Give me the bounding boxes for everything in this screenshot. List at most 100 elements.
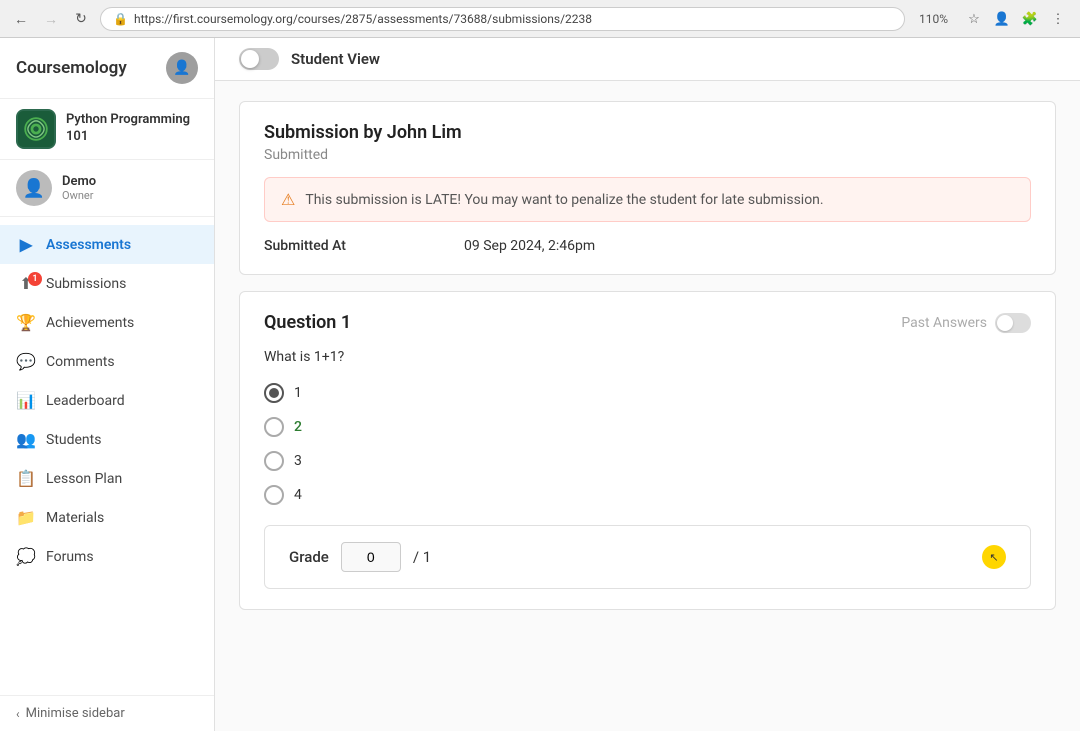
question-text: What is 1+1? — [264, 349, 1031, 365]
late-warning-banner: ⚠ This submission is LATE! You may want … — [264, 177, 1031, 222]
user-item[interactable]: 👤 Demo Owner — [0, 160, 214, 217]
assessments-label: Assessments — [46, 237, 131, 253]
submission-card: Submission by John Lim Submitted ⚠ This … — [239, 101, 1056, 275]
back-button[interactable]: ← — [10, 8, 32, 30]
achievements-label: Achievements — [46, 315, 134, 331]
sidebar-item-comments[interactable]: 💬 Comments — [0, 342, 214, 381]
zoom-level: 110% — [913, 12, 954, 26]
url-text: https://first.coursemology.org/courses/2… — [134, 12, 892, 26]
comments-label: Comments — [46, 354, 115, 370]
grade-section: Grade / 1 ↖ — [264, 525, 1031, 589]
past-answers-area: Past Answers — [901, 313, 1031, 333]
user-info: Demo Owner — [62, 174, 96, 202]
achievements-icon: 🏆 — [16, 313, 36, 332]
sidebar-item-leaderboard[interactable]: 📊 Leaderboard — [0, 381, 214, 420]
past-answers-label: Past Answers — [901, 315, 987, 331]
option-row-3[interactable]: 3 — [264, 451, 1031, 471]
submitted-at-value: 09 Sep 2024, 2:46pm — [464, 238, 595, 254]
extensions-button[interactable]: 🧩 — [1018, 7, 1042, 31]
submission-status: Submitted — [264, 147, 1031, 163]
course-icon — [16, 109, 56, 149]
radio-option-4[interactable] — [264, 485, 284, 505]
sidebar-logo-area: Coursemology 👤 — [0, 38, 214, 99]
comments-icon: 💬 — [16, 352, 36, 371]
assessments-icon: ▶ — [16, 235, 36, 254]
late-warning-text: This submission is LATE! You may want to… — [305, 192, 823, 208]
header-avatar[interactable]: 👤 — [166, 52, 198, 84]
leaderboard-icon: 📊 — [16, 391, 36, 410]
submissions-badge: 1 — [28, 272, 42, 286]
option-row-4[interactable]: 4 — [264, 485, 1031, 505]
lesson-plan-icon: 📋 — [16, 469, 36, 488]
browser-actions: ☆ 👤 🧩 ⋮ — [962, 7, 1070, 31]
toggle-knob — [241, 50, 259, 68]
minimise-label: Minimise sidebar — [26, 706, 125, 721]
grade-total: / 1 — [413, 548, 431, 566]
forums-label: Forums — [46, 549, 94, 565]
student-view-bar: Student View — [215, 38, 1080, 81]
course-icon-svg — [18, 111, 54, 147]
security-icon: 🔒 — [113, 12, 128, 26]
submitted-at-row: Submitted At 09 Sep 2024, 2:46pm — [264, 238, 1031, 254]
past-answers-toggle[interactable] — [995, 313, 1031, 333]
question-title: Question 1 — [264, 312, 351, 333]
warning-icon: ⚠ — [281, 190, 295, 209]
lesson-plan-label: Lesson Plan — [46, 471, 122, 487]
student-view-toggle[interactable] — [239, 48, 279, 70]
forward-button[interactable]: → — [40, 8, 62, 30]
user-avatar: 👤 — [16, 170, 52, 206]
chevron-left-icon: ‹ — [16, 707, 20, 721]
materials-label: Materials — [46, 510, 104, 526]
radio-option-2[interactable] — [264, 417, 284, 437]
question-header: Question 1 Past Answers — [264, 312, 1031, 333]
option-row-2[interactable]: 2 — [264, 417, 1031, 437]
sidebar-item-forums[interactable]: 💭 Forums — [0, 537, 214, 576]
sidebar-item-students[interactable]: 👥 Students — [0, 420, 214, 459]
app-logo-text: Coursemology — [16, 58, 127, 78]
submitted-at-label: Submitted At — [264, 238, 464, 254]
option-label-1: 1 — [294, 385, 302, 401]
submissions-label: Submissions — [46, 276, 126, 292]
course-item[interactable]: Python Programming 101 — [0, 99, 214, 160]
sidebar: Coursemology 👤 Python Programming 101 — [0, 38, 215, 731]
app-layout: Coursemology 👤 Python Programming 101 — [0, 38, 1080, 731]
past-answers-toggle-knob — [997, 315, 1013, 331]
cursor-area: ↖ — [982, 545, 1006, 569]
option-label-3: 3 — [294, 453, 302, 469]
option-row-1[interactable]: 1 — [264, 383, 1031, 403]
cursor-indicator: ↖ — [982, 545, 1006, 569]
nav-menu: ▶ Assessments ⬆ Submissions 1 🏆 Achievem… — [0, 217, 214, 695]
main-content: Student View Submission by John Lim Subm… — [215, 38, 1080, 731]
user-role: Owner — [62, 189, 96, 202]
radio-option-1[interactable] — [264, 383, 284, 403]
content-area: Submission by John Lim Submitted ⚠ This … — [215, 81, 1080, 630]
menu-button[interactable]: ⋮ — [1046, 7, 1070, 31]
sidebar-item-submissions[interactable]: ⬆ Submissions 1 — [0, 264, 214, 303]
course-title: Python Programming 101 — [66, 112, 198, 146]
student-view-label: Student View — [291, 50, 380, 68]
sidebar-item-lesson-plan[interactable]: 📋 Lesson Plan — [0, 459, 214, 498]
profile-button[interactable]: 👤 — [990, 7, 1014, 31]
reload-button[interactable]: ↻ — [70, 8, 92, 30]
grade-label: Grade — [289, 548, 329, 566]
bookmark-button[interactable]: ☆ — [962, 7, 986, 31]
students-label: Students — [46, 432, 101, 448]
question-card: Question 1 Past Answers What is 1+1? — [239, 291, 1056, 610]
sidebar-item-achievements[interactable]: 🏆 Achievements — [0, 303, 214, 342]
materials-icon: 📁 — [16, 508, 36, 527]
radio-option-3[interactable] — [264, 451, 284, 471]
sidebar-item-assessments[interactable]: ▶ Assessments — [0, 225, 214, 264]
grade-input[interactable] — [341, 542, 401, 572]
submission-title: Submission by John Lim — [264, 122, 1031, 143]
address-bar[interactable]: 🔒 https://first.coursemology.org/courses… — [100, 7, 905, 31]
leaderboard-label: Leaderboard — [46, 393, 125, 409]
students-icon: 👥 — [16, 430, 36, 449]
browser-chrome: ← → ↻ 🔒 https://first.coursemology.org/c… — [0, 0, 1080, 38]
minimise-sidebar-button[interactable]: ‹ Minimise sidebar — [0, 695, 214, 731]
sidebar-item-materials[interactable]: 📁 Materials — [0, 498, 214, 537]
forums-icon: 💭 — [16, 547, 36, 566]
user-avatar-icon: 👤 — [23, 178, 45, 199]
option-label-4: 4 — [294, 487, 302, 503]
option-label-2: 2 — [294, 419, 302, 435]
user-name: Demo — [62, 174, 96, 189]
